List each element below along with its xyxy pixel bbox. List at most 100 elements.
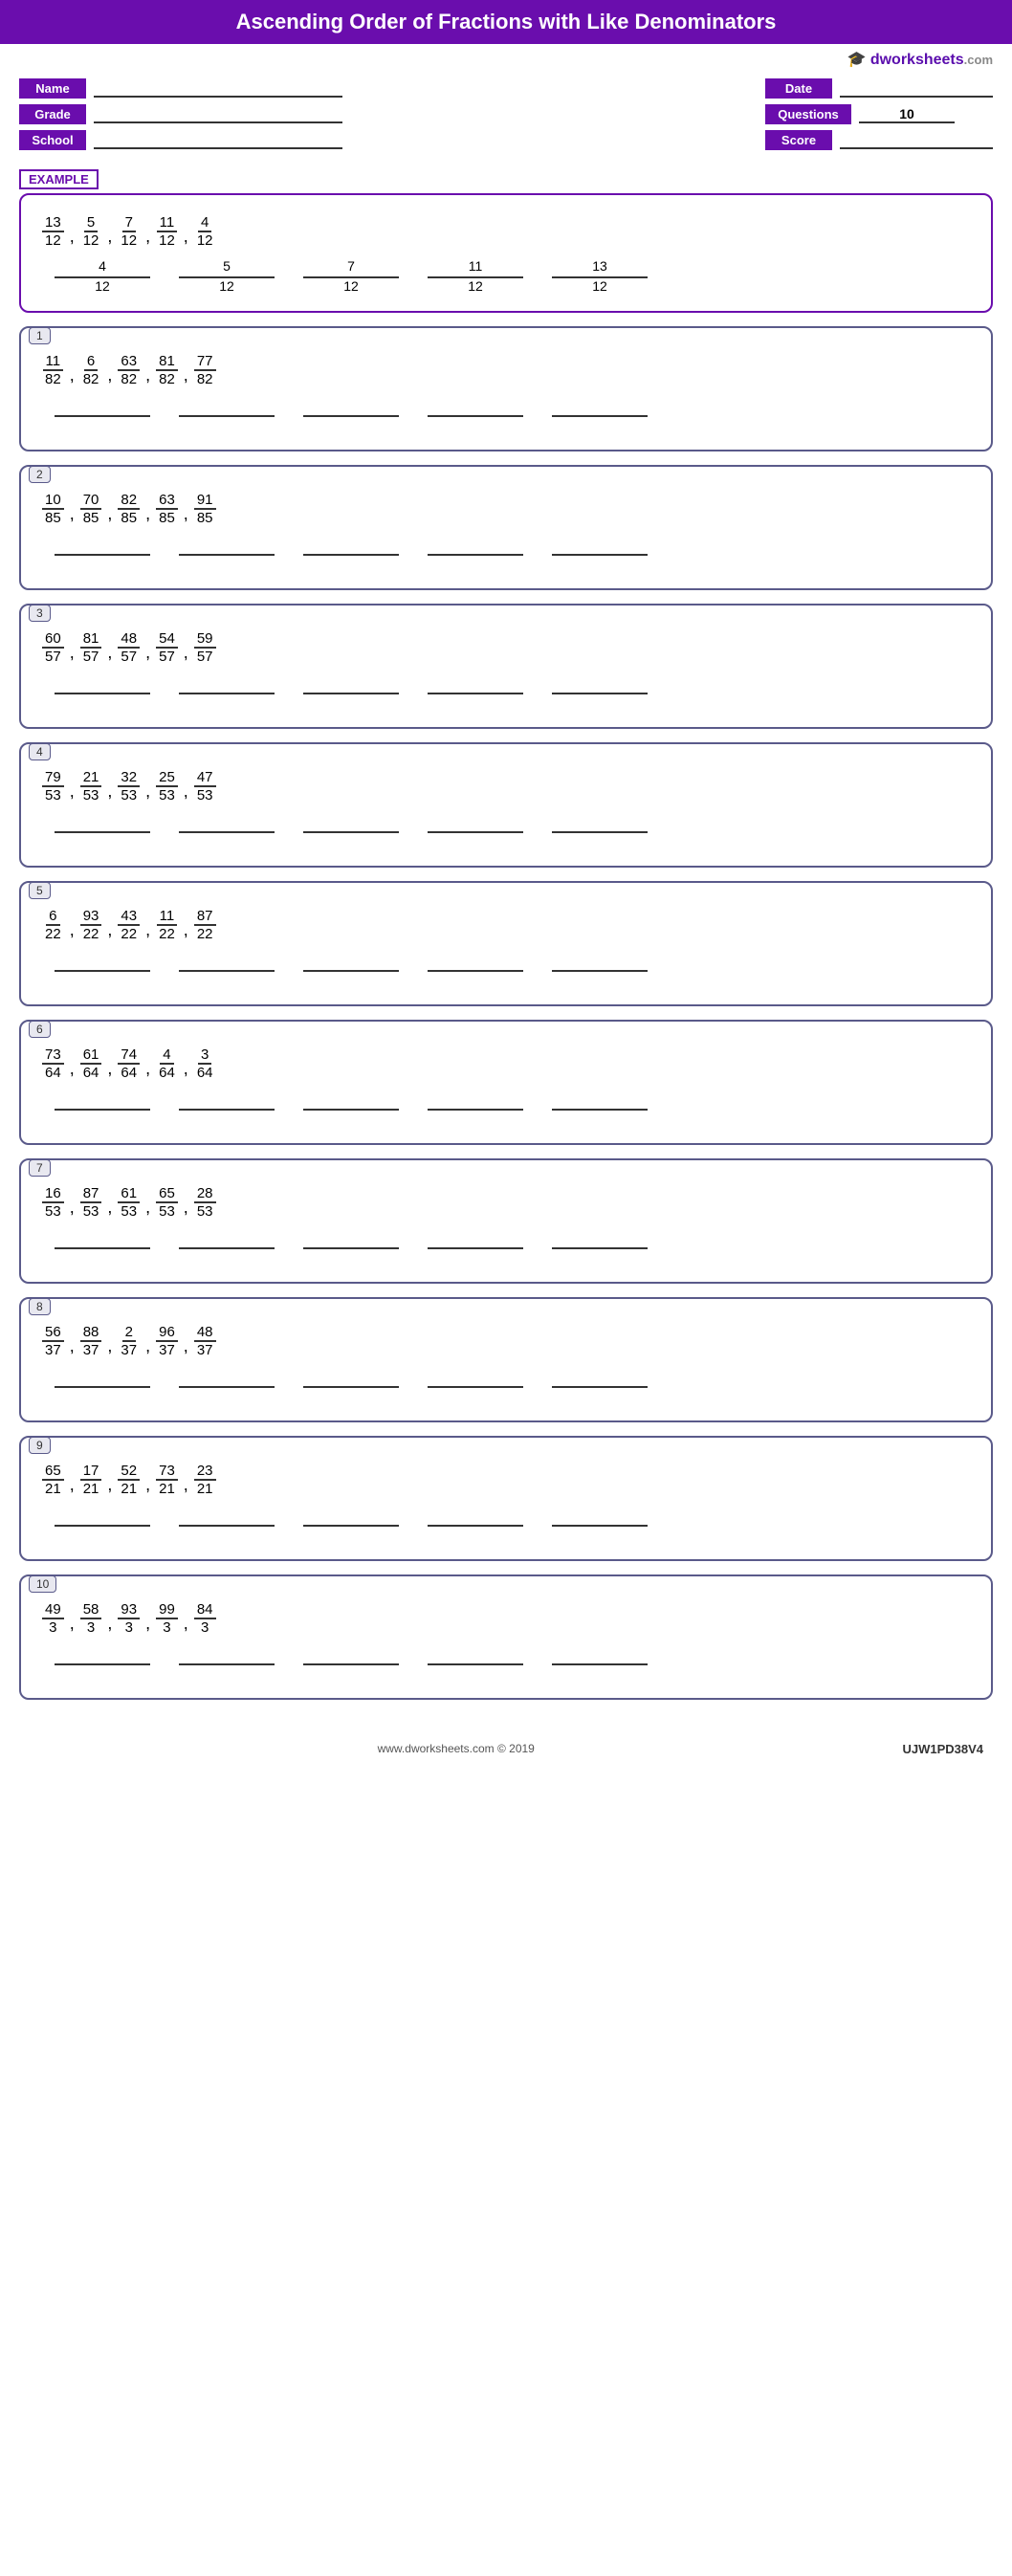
q7-answer-blank-5[interactable]: [538, 1229, 662, 1266]
date-label: Date: [765, 78, 832, 99]
q9-answer-blank-4[interactable]: [413, 1507, 538, 1544]
q5-answer-blank-3[interactable]: [289, 952, 413, 989]
fractions-row-10: 493,583,933,993,843: [40, 1601, 972, 1636]
grade-field[interactable]: [94, 106, 342, 123]
q4-answer-blank-5[interactable]: [538, 813, 662, 850]
q2-answer-blank-2[interactable]: [165, 536, 289, 573]
example-box: 1312 , 512 , 712 , 1112 , 412 4 12 5: [19, 193, 993, 313]
q1-answer-blank-1[interactable]: [40, 397, 165, 434]
q3-frac-1: 6057: [42, 630, 64, 665]
question-box-6: 67364,6164,7464,464,364: [19, 1020, 993, 1145]
q8-answer-blank-5[interactable]: [538, 1368, 662, 1405]
q8-answer-blank-2[interactable]: [165, 1368, 289, 1405]
q5-answer-blank-4[interactable]: [413, 952, 538, 989]
q2-frac-2: 7085: [80, 492, 102, 526]
fractions-row-6: 7364,6164,7464,464,364: [40, 1046, 972, 1081]
q5-answer-blank-1[interactable]: [40, 952, 165, 989]
q8-frac-3: 237: [118, 1324, 140, 1358]
school-label: School: [19, 130, 86, 150]
q3-answer-blank-3[interactable]: [289, 674, 413, 712]
question-number-9: 9: [29, 1437, 51, 1454]
q6-answer-blank-3[interactable]: [289, 1090, 413, 1128]
q4-answer-blank-3[interactable]: [289, 813, 413, 850]
q5-answer-blank-5[interactable]: [538, 952, 662, 989]
question-box-5: 5622,9322,4322,1122,8722: [19, 881, 993, 1006]
q6-answer-blank-2[interactable]: [165, 1090, 289, 1128]
question-box-2: 2 1085,7085,8285,6385,9185: [19, 465, 993, 590]
q8-frac-1: 5637: [42, 1324, 64, 1358]
q1-frac-3: 6382: [118, 353, 140, 387]
q4-answer-blank-4[interactable]: [413, 813, 538, 850]
q9-answer-blank-3[interactable]: [289, 1507, 413, 1544]
q5-frac-5: 8722: [194, 908, 216, 942]
answer-row-8: [40, 1368, 972, 1405]
q3-answer-blank-4[interactable]: [413, 674, 538, 712]
q9-answer-blank-2[interactable]: [165, 1507, 289, 1544]
school-field[interactable]: [94, 132, 342, 149]
q10-answer-blank-1[interactable]: [40, 1645, 165, 1683]
fractions-row-1: 1182,682,6382,8182,7782: [40, 353, 972, 387]
q10-answer-blank-5[interactable]: [538, 1645, 662, 1683]
name-field[interactable]: [94, 80, 342, 98]
q10-frac-2: 583: [80, 1601, 102, 1636]
q3-answer-blank-5[interactable]: [538, 674, 662, 712]
q2-answer-blank-4[interactable]: [413, 536, 538, 573]
logo-bar: 🎓 dworksheets.com: [0, 44, 1012, 73]
q2-frac-1: 1085: [42, 492, 64, 526]
q4-answer-blank-1[interactable]: [40, 813, 165, 850]
q10-frac-5: 843: [194, 1601, 216, 1636]
q10-answer-blank-2[interactable]: [165, 1645, 289, 1683]
q8-answer-blank-4[interactable]: [413, 1368, 538, 1405]
fractions-row-8: 5637,8837,237,9637,4837: [40, 1324, 972, 1358]
q7-frac-2: 8753: [80, 1185, 102, 1220]
q4-frac-2: 2153: [80, 769, 102, 804]
q4-answer-blank-2[interactable]: [165, 813, 289, 850]
q6-answer-blank-5[interactable]: [538, 1090, 662, 1128]
q3-frac-3: 4857: [118, 630, 140, 665]
q7-answer-blank-2[interactable]: [165, 1229, 289, 1266]
fractions-row-3: 6057,8157,4857,5457,5957: [40, 630, 972, 665]
fractions-row-5: 622,9322,4322,1122,8722: [40, 908, 972, 942]
q9-answer-blank-5[interactable]: [538, 1507, 662, 1544]
q5-answer-blank-2[interactable]: [165, 952, 289, 989]
date-field[interactable]: [840, 80, 993, 98]
q1-answer-blank-5[interactable]: [538, 397, 662, 434]
q6-frac-2: 6164: [80, 1046, 102, 1081]
q9-answer-blank-1[interactable]: [40, 1507, 165, 1544]
q3-answer-blank-2[interactable]: [165, 674, 289, 712]
q1-frac-1: 1182: [42, 353, 64, 387]
q9-frac-1: 6521: [42, 1463, 64, 1497]
q7-frac-4: 6553: [156, 1185, 178, 1220]
q7-answer-blank-4[interactable]: [413, 1229, 538, 1266]
q10-answer-blank-3[interactable]: [289, 1645, 413, 1683]
q1-frac-2: 682: [80, 353, 102, 387]
q6-answer-blank-4[interactable]: [413, 1090, 538, 1128]
q6-frac-1: 7364: [42, 1046, 64, 1081]
example-ans-2: 5 12: [165, 258, 289, 296]
q2-answer-blank-3[interactable]: [289, 536, 413, 573]
question-box-7: 7 1653,8753,6153,6553,2853: [19, 1158, 993, 1284]
info-left: Name Grade School: [19, 78, 342, 150]
q6-frac-5: 364: [194, 1046, 216, 1081]
q1-answer-blank-2[interactable]: [165, 397, 289, 434]
q6-answer-blank-1[interactable]: [40, 1090, 165, 1128]
fractions-row-7: 1653,8753,6153,6553,2853: [40, 1185, 972, 1220]
q2-answer-blank-1[interactable]: [40, 536, 165, 573]
fractions-row-2: 1085,7085,8285,6385,9185: [40, 492, 972, 526]
q7-answer-blank-3[interactable]: [289, 1229, 413, 1266]
q10-answer-blank-4[interactable]: [413, 1645, 538, 1683]
q2-answer-blank-5[interactable]: [538, 536, 662, 573]
answer-row-10: [40, 1645, 972, 1683]
q5-frac-2: 9322: [80, 908, 102, 942]
question-number-7: 7: [29, 1159, 51, 1177]
q7-answer-blank-1[interactable]: [40, 1229, 165, 1266]
q1-answer-blank-3[interactable]: [289, 397, 413, 434]
q8-answer-blank-1[interactable]: [40, 1368, 165, 1405]
example-fractions-row: 1312 , 512 , 712 , 1112 , 412: [40, 214, 972, 249]
score-field[interactable]: [840, 132, 993, 149]
q3-answer-blank-1[interactable]: [40, 674, 165, 712]
question-box-8: 85637,8837,237,9637,4837: [19, 1297, 993, 1422]
q8-answer-blank-3[interactable]: [289, 1368, 413, 1405]
q1-answer-blank-4[interactable]: [413, 397, 538, 434]
question-number-2: 2: [29, 466, 51, 483]
